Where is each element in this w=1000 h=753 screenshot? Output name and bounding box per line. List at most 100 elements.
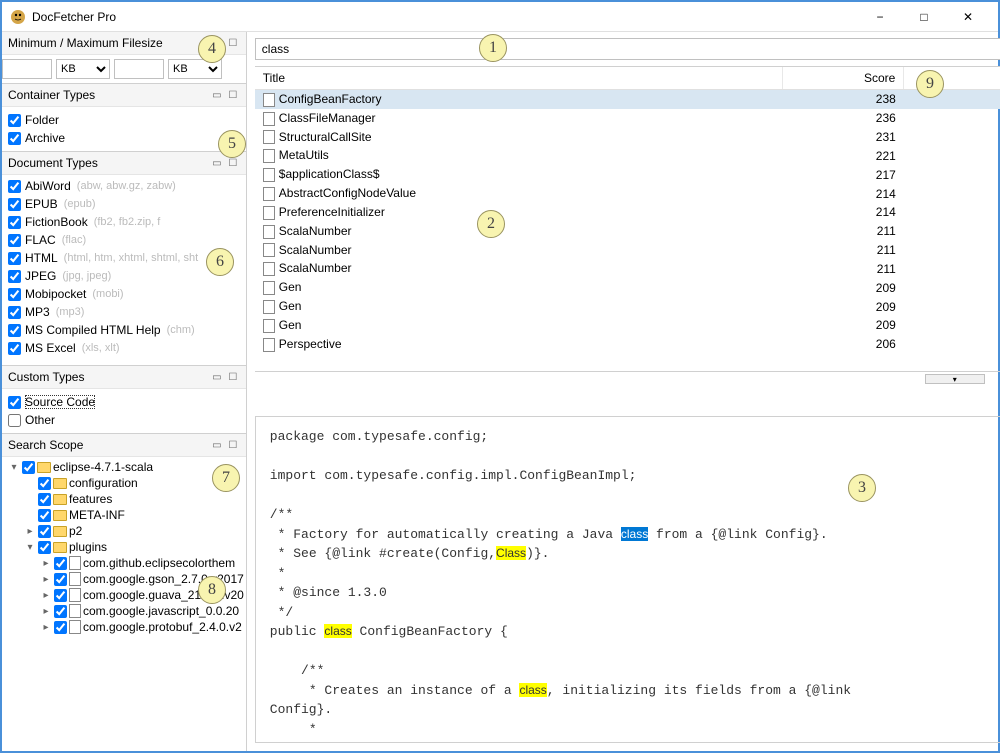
tree-label: com.google.protobuf_2.4.0.v2 (83, 620, 242, 634)
tree-node[interactable]: ▸ com.google.protobuf_2.4.0.v2 (4, 619, 244, 635)
min-unit-select[interactable]: KB (56, 59, 110, 79)
table-row[interactable]: Gen2091 KBGen.javajavaC:\ (255, 278, 1000, 297)
max-filesize-input[interactable] (114, 59, 164, 79)
checkbox[interactable] (8, 288, 21, 301)
preview-pane[interactable]: package com.typesafe.config; import com.… (255, 416, 1000, 743)
checkbox[interactable] (38, 493, 51, 506)
checkbox[interactable] (54, 621, 67, 634)
table-row[interactable]: ScalaNumber2111 KBScalaNumber.javajavaC:… (255, 241, 1000, 260)
table-row[interactable]: $applicationClass$2171 KB$applicationCla… (255, 165, 1000, 184)
checkbox[interactable] (38, 509, 51, 522)
checkbox[interactable] (8, 234, 21, 247)
checkbox[interactable] (8, 270, 21, 283)
file-icon (263, 206, 275, 220)
extensions: (abw, abw.gz, zabw) (77, 180, 176, 192)
tree-expander-icon[interactable]: ▸ (40, 606, 52, 617)
column-header[interactable]: Score (782, 67, 904, 90)
container-item[interactable]: Archive (8, 129, 240, 147)
checkbox[interactable] (8, 396, 21, 409)
doctype-item[interactable]: AbiWord(abw, abw.gz, zabw) (8, 177, 240, 195)
table-row[interactable]: ScalaNumber2111 KBScalaNumber.javajavaC:… (255, 222, 1000, 241)
checkbox[interactable] (8, 132, 21, 145)
panel-minimize-icon[interactable]: ▭ (210, 370, 224, 384)
annotation-badge-5: 5 (218, 130, 246, 158)
doctype-item[interactable]: FLAC(flac) (8, 231, 240, 249)
maximize-button[interactable]: □ (902, 3, 946, 31)
tree-node[interactable]: features (4, 491, 244, 507)
doctype-item[interactable]: MS Excel(xls, xlt) (8, 339, 240, 357)
tree-expander-icon[interactable]: ▾ (24, 542, 36, 553)
doctype-item[interactable]: Mobipocket(mobi) (8, 285, 240, 303)
tree-node[interactable]: META-INF (4, 507, 244, 523)
panel-close-icon[interactable]: ☐ (226, 438, 240, 452)
tree-expander-icon[interactable]: ▸ (40, 622, 52, 633)
tree-node[interactable]: ▸com.github.eclipsecolorthem (4, 555, 244, 571)
panel-minimize-icon[interactable]: ▭ (210, 438, 224, 452)
tree-expander-icon[interactable]: ▸ (40, 574, 52, 585)
checkbox[interactable] (8, 114, 21, 127)
doctype-item[interactable]: MP3(mp3) (8, 303, 240, 321)
checkbox[interactable] (38, 541, 51, 554)
tree-node[interactable]: ▸com.google.javascript_0.0.20 (4, 603, 244, 619)
tree-expander-icon[interactable]: ▸ (40, 558, 52, 569)
checkbox[interactable] (54, 557, 67, 570)
doctype-item[interactable]: EPUB(epub) (8, 195, 240, 213)
table-row[interactable]: AbstractConfigNodeValue2141 KBAbstractCo… (255, 184, 1000, 203)
checkbox[interactable] (54, 605, 67, 618)
custom-item[interactable]: Other (8, 411, 240, 429)
results-table[interactable]: TitleScoreSizeFilenameTypeat ConfigBeanF… (255, 67, 1000, 354)
panel-close-icon[interactable]: ☐ (226, 156, 240, 170)
tree-expander-icon[interactable]: ▸ (24, 526, 36, 537)
doctype-item[interactable]: FictionBook(fb2, fb2.zip, f (8, 213, 240, 231)
panel-close-icon[interactable]: ☐ (226, 370, 240, 384)
tree-node[interactable]: ▾eclipse-4.7.1-scala (4, 459, 244, 475)
panel-close-icon[interactable]: ☐ (226, 88, 240, 102)
results-hscrollbar[interactable] (255, 355, 1000, 371)
panel-minimize-icon[interactable]: ▭ (210, 88, 224, 102)
panel-minimize-icon[interactable]: ▭ (210, 156, 224, 170)
checkbox[interactable] (8, 324, 21, 337)
tree-node[interactable]: configuration (4, 475, 244, 491)
minimize-button[interactable]: − (858, 3, 902, 31)
tree-expander-icon[interactable]: ▸ (40, 590, 52, 601)
checkbox[interactable] (8, 216, 21, 229)
close-button[interactable]: ✕ (946, 3, 990, 31)
table-row[interactable]: ScalaNumber2111 KBScalaNumber.javajavaC:… (255, 259, 1000, 278)
column-header[interactable]: Title (255, 67, 782, 90)
label: MS Excel (25, 341, 76, 355)
doctype-item[interactable]: JPEG(jpg, jpeg) (8, 267, 240, 285)
checkbox[interactable] (8, 342, 21, 355)
checkbox[interactable] (38, 477, 51, 490)
checkbox[interactable] (8, 252, 21, 265)
checkbox[interactable] (22, 461, 35, 474)
checkbox[interactable] (8, 414, 21, 427)
checkbox[interactable] (8, 180, 21, 193)
container-item[interactable]: Folder (8, 111, 240, 129)
table-row[interactable]: PreferenceInitializer2141 KBPreferenceIn… (255, 203, 1000, 222)
custom-item[interactable]: Source Code (8, 393, 240, 411)
table-row[interactable]: Gen2091 KBGen.javajavaC:\ (255, 316, 1000, 335)
label: Mobipocket (25, 287, 86, 301)
table-row[interactable]: ClassFileManager2362 KBClassFileManager.… (255, 109, 1000, 128)
checkbox[interactable] (8, 198, 21, 211)
horizontal-splitter[interactable]: ▾ (255, 372, 1000, 386)
checkbox[interactable] (38, 525, 51, 538)
min-filesize-input[interactable] (2, 59, 52, 79)
tree-node[interactable]: ▸p2 (4, 523, 244, 539)
checkbox[interactable] (54, 573, 67, 586)
checkbox[interactable] (8, 306, 21, 319)
checkbox[interactable] (54, 589, 67, 602)
table-row[interactable]: StructuralCallSite2312 KBStructuralCallS… (255, 128, 1000, 147)
extensions: (mp3) (56, 306, 85, 318)
panel-close-icon[interactable]: ☐ (226, 36, 240, 50)
table-row[interactable]: Gen2091 KBGen.javajavaC:\ (255, 297, 1000, 316)
table-row[interactable]: Perspective2061 KBPerspective.javajavaC:… (255, 335, 1000, 354)
tree-node[interactable]: ▾plugins (4, 539, 244, 555)
doctype-item[interactable]: MS Compiled HTML Help(chm) (8, 321, 240, 339)
file-icon (263, 187, 275, 201)
table-row[interactable]: ConfigBeanFactory2382 KBConfigBeanFactor… (255, 90, 1000, 109)
tree-expander-icon[interactable]: ▾ (8, 462, 20, 473)
table-row[interactable]: MetaUtils22130 KBMetaUtils.javajavaC:\ (255, 146, 1000, 165)
search-input[interactable] (256, 39, 1000, 59)
doctype-item[interactable]: HTML(html, htm, xhtml, shtml, sht (8, 249, 240, 267)
